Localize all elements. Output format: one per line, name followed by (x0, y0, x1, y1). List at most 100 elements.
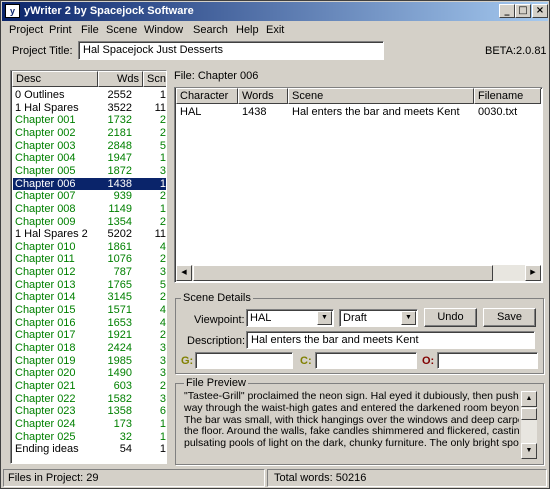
chapter-desc: Chapter 003 (15, 139, 76, 152)
save-button[interactable]: Save (483, 308, 536, 327)
chapter-desc: Chapter 010 (15, 240, 76, 253)
list-item[interactable]: Chapter 005 1872 3 (13, 164, 166, 178)
list-item[interactable]: Chapter 019 1985 3 (13, 354, 166, 368)
goal-input[interactable] (195, 352, 293, 369)
scroll-thumb[interactable] (521, 408, 537, 420)
menu-project[interactable]: Project (9, 24, 43, 36)
list-item[interactable]: Chapter 004 1947 1 (13, 152, 166, 165)
preview-line: way through the waist-high gates and ent… (184, 401, 519, 414)
list-item[interactable]: Chapter 015 1571 4 (13, 304, 166, 317)
chapter-desc: Chapter 020 (15, 367, 76, 380)
list-item[interactable]: Chapter 018 2424 3 (13, 342, 166, 355)
minimize-button[interactable]: _ (499, 4, 515, 18)
scene-table[interactable]: Character Words Scene Filename HAL 1438 … (174, 87, 543, 283)
list-item[interactable]: Chapter 024 173 1 (13, 417, 166, 431)
list-item[interactable]: Chapter 025 32 1 (13, 430, 166, 444)
menu-print[interactable]: Print (49, 24, 72, 36)
chapter-scenes: 1 (159, 177, 166, 190)
chapter-scenes: 4 (159, 304, 166, 317)
chapter-desc: Chapter 024 (15, 417, 76, 430)
menu-exit[interactable]: Exit (266, 24, 284, 36)
chapter-words: 1872 (107, 164, 132, 177)
chapter-words: 939 (113, 190, 132, 203)
menu-scene[interactable]: Scene (106, 24, 137, 36)
close-button[interactable]: × (532, 4, 548, 18)
chapter-desc: Chapter 023 (15, 405, 76, 418)
chapter-list[interactable]: Desc Wds Scn 0 Outlines 2552 1 1 Hal Spares… (10, 70, 167, 464)
chapter-desc: 0 Outlines (15, 89, 65, 101)
app-window: y yWriter 2 by Spacejock Software _ □ × … (0, 0, 550, 489)
status-select[interactable]: Draft ▼ (339, 309, 418, 327)
col-header-filename[interactable]: Filename (474, 88, 541, 104)
file-preview-title: File Preview (184, 377, 248, 389)
table-row[interactable]: HAL 1438 Hal enters the bar and meets Ke… (177, 106, 540, 119)
undo-button[interactable]: Undo (424, 308, 477, 327)
list-item[interactable]: Chapter 023 1358 6 (13, 405, 166, 418)
list-item[interactable]: Chapter 012 787 3 (13, 266, 166, 279)
scroll-thumb[interactable] (193, 265, 493, 281)
menu-search[interactable]: Search (193, 24, 228, 36)
scroll-up-icon[interactable]: ▲ (521, 391, 537, 407)
scroll-down-icon[interactable]: ▼ (521, 443, 537, 459)
list-item[interactable]: Chapter 008 1149 1 (13, 202, 166, 216)
list-item[interactable]: Chapter 014 3145 2 (13, 291, 166, 304)
menu-window[interactable]: Window (144, 24, 183, 36)
chapter-scenes: 2 (159, 253, 166, 266)
title-bar[interactable]: y yWriter 2 by Spacejock Software _ □ × (2, 2, 548, 21)
preview-scrollbar[interactable]: ▲ ▼ (521, 391, 537, 459)
list-item[interactable]: Chapter 001 1732 2 (13, 114, 166, 127)
chapter-desc: Chapter 021 (15, 379, 76, 392)
conflict-input[interactable] (315, 352, 417, 369)
project-title-input[interactable]: Hal Spacejock Just Desserts (78, 41, 384, 60)
scroll-right-icon[interactable]: ▶ (525, 265, 541, 281)
list-item[interactable]: Chapter 007 939 2 (13, 190, 166, 203)
chapter-scenes: 2 (159, 379, 166, 392)
list-item[interactable]: Chapter 022 1582 3 (13, 393, 166, 406)
col-header-scene[interactable]: Scene (288, 88, 474, 104)
chapter-words: 2848 (107, 139, 132, 152)
col-header-scenes[interactable]: Scn (143, 71, 166, 87)
file-preview-text[interactable]: "Tastee-Grill" proclaimed the neon sign.… (184, 391, 519, 461)
menu-file[interactable]: File (81, 24, 99, 36)
col-header-words[interactable]: Wds (98, 71, 143, 87)
list-item[interactable]: Chapter 013 1765 5 (13, 279, 166, 292)
list-item[interactable]: 1 Hal Spares 3522 11 (13, 102, 166, 115)
maximize-button[interactable]: □ (515, 4, 531, 18)
horizontal-scrollbar[interactable]: ◀ ▶ (176, 265, 541, 281)
list-item[interactable]: Chapter 010 1861 4 (13, 240, 166, 254)
chapter-scenes: 2 (159, 215, 166, 228)
outcome-input[interactable] (437, 352, 538, 369)
chapter-scenes: 1 (159, 202, 166, 215)
col-header-scene-words[interactable]: Words (238, 88, 288, 104)
list-item[interactable]: 0 Outlines 2552 1 (13, 89, 166, 102)
list-item[interactable]: Chapter 021 603 2 (13, 379, 166, 393)
list-item[interactable]: Ending ideas 54 1 (13, 443, 166, 456)
list-item[interactable]: Chapter 002 2181 2 (13, 126, 166, 140)
col-header-character[interactable]: Character (176, 88, 238, 104)
menu-help[interactable]: Help (236, 24, 259, 36)
chapter-words: 1149 (108, 202, 132, 215)
chapter-words: 3145 (107, 291, 132, 304)
description-input[interactable]: Hal enters the bar and meets Kent (246, 331, 535, 349)
chapter-words: 1985 (107, 354, 132, 367)
chapter-scenes: 1 (159, 430, 166, 443)
chapter-desc: 1 Hal Spares 2 (15, 228, 88, 241)
col-header-desc[interactable]: Desc (12, 71, 98, 87)
list-item[interactable]: Chapter 011 1076 2 (13, 253, 166, 266)
chapter-words: 787 (113, 266, 132, 279)
list-item[interactable]: Chapter 020 1490 3 (13, 367, 166, 380)
file-label: File: Chapter 006 (174, 70, 259, 82)
chapter-scenes: 2 (159, 126, 166, 139)
viewpoint-select[interactable]: HAL ▼ (246, 309, 334, 327)
list-item[interactable]: 1 Hal Spares 2 5202 11 (13, 228, 166, 241)
chapter-desc: Chapter 017 (15, 329, 76, 342)
list-item[interactable]: Chapter 016 1653 4 (13, 317, 166, 330)
chapter-row-selected[interactable]: Chapter 006 1438 1 (13, 177, 166, 191)
list-item[interactable]: Chapter 017 1921 2 (13, 329, 166, 342)
chapter-desc: Chapter 006 (15, 177, 76, 190)
list-item[interactable]: Chapter 003 2848 5 (13, 139, 166, 153)
scroll-left-icon[interactable]: ◀ (176, 265, 192, 281)
scene-words: 1438 (242, 106, 267, 118)
chapter-words: 32 (119, 430, 132, 443)
list-item[interactable]: Chapter 009 1354 2 (13, 215, 166, 229)
